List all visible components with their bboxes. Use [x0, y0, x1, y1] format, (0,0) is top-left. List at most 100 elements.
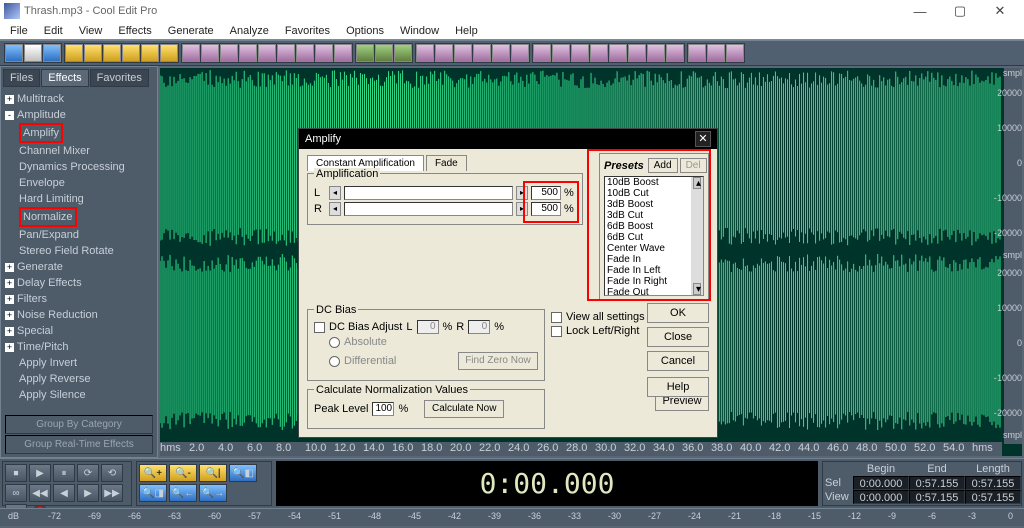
- dc-adjust-checkbox[interactable]: [314, 322, 325, 333]
- toolbar-button[interactable]: [492, 44, 510, 62]
- tree-item[interactable]: Apply Reverse: [19, 371, 153, 387]
- toolbar-button[interactable]: [726, 44, 744, 62]
- toolbar-button[interactable]: [435, 44, 453, 62]
- tab-fade[interactable]: Fade: [426, 155, 467, 171]
- toolbar-button[interactable]: [5, 44, 23, 62]
- toolbar-button[interactable]: [277, 44, 295, 62]
- toolbar-button[interactable]: [65, 44, 83, 62]
- transport-button[interactable]: ▶: [29, 464, 51, 482]
- slider-right-inc[interactable]: ▸: [516, 202, 528, 216]
- dc-left-input[interactable]: 0: [417, 320, 439, 334]
- toolbar-button[interactable]: [707, 44, 725, 62]
- transport-button[interactable]: ▶: [77, 484, 99, 502]
- menu-favorites[interactable]: Favorites: [277, 25, 338, 37]
- slider-left[interactable]: [344, 186, 513, 200]
- calculate-button[interactable]: Calculate Now: [424, 400, 504, 418]
- view-length[interactable]: 0:57.155: [965, 490, 1021, 504]
- presets-scrollbar[interactable]: ▴ ▾: [691, 177, 703, 295]
- side-tab-favorites[interactable]: Favorites: [90, 69, 149, 87]
- zoom-button[interactable]: 🔍◨: [139, 484, 167, 502]
- tree-item[interactable]: Apply Invert: [19, 355, 153, 371]
- tree-item[interactable]: Envelope: [19, 175, 153, 191]
- dc-diff-radio[interactable]: [329, 356, 340, 367]
- toolbar-button[interactable]: [454, 44, 472, 62]
- toolbar-button[interactable]: [182, 44, 200, 62]
- transport-button[interactable]: ⟲: [101, 464, 123, 482]
- menu-analyze[interactable]: Analyze: [222, 25, 277, 37]
- effects-tree[interactable]: +Multitrack-AmplitudeAmplifyChannel Mixe…: [3, 87, 155, 414]
- close-button[interactable]: ✕: [980, 3, 1020, 19]
- toolbar-button[interactable]: [334, 44, 352, 62]
- transport-button[interactable]: ∞: [5, 484, 27, 502]
- toolbar-button[interactable]: [315, 44, 333, 62]
- toolbar-button[interactable]: [141, 44, 159, 62]
- toolbar-button[interactable]: [533, 44, 551, 62]
- preset-item[interactable]: Center Wave: [605, 243, 703, 254]
- zoom-button[interactable]: 🔍←: [169, 484, 197, 502]
- transport-button[interactable]: ◀◀: [29, 484, 51, 502]
- toolbar-button[interactable]: [590, 44, 608, 62]
- help-button[interactable]: Help: [647, 377, 709, 397]
- toolbar-button[interactable]: [122, 44, 140, 62]
- preset-item[interactable]: Fade In: [605, 254, 703, 265]
- group-realtime-button[interactable]: Group Real-Time Effects: [5, 435, 153, 454]
- find-zero-button[interactable]: Find Zero Now: [458, 352, 538, 370]
- left-value-input[interactable]: 500: [531, 186, 561, 200]
- preset-item[interactable]: 6dB Cut: [605, 232, 703, 243]
- tree-item[interactable]: +Noise Reduction: [5, 307, 153, 323]
- toolbar-button[interactable]: [511, 44, 529, 62]
- toolbar-button[interactable]: [24, 44, 42, 62]
- transport-button[interactable]: ▶▶: [101, 484, 123, 502]
- slider-left-inc[interactable]: ▸: [516, 186, 528, 200]
- toolbar-button[interactable]: [473, 44, 491, 62]
- sel-begin[interactable]: 0:00.000: [853, 476, 909, 490]
- transport-button[interactable]: ⏹: [5, 464, 27, 482]
- transport-button[interactable]: ◀: [53, 484, 75, 502]
- sel-length[interactable]: 0:57.155: [965, 476, 1021, 490]
- preset-item[interactable]: Fade In Left: [605, 265, 703, 276]
- toolbar-button[interactable]: [666, 44, 684, 62]
- zoom-button[interactable]: 🔍◧: [229, 464, 257, 482]
- lock-lr-checkbox[interactable]: [551, 326, 562, 337]
- toolbar-button[interactable]: [356, 44, 374, 62]
- toolbar-button[interactable]: [43, 44, 61, 62]
- menu-effects[interactable]: Effects: [110, 25, 159, 37]
- preset-item[interactable]: 10dB Boost: [605, 177, 703, 188]
- menu-help[interactable]: Help: [447, 25, 486, 37]
- toolbar-button[interactable]: [239, 44, 257, 62]
- tree-item[interactable]: +Delay Effects: [5, 275, 153, 291]
- zoom-button[interactable]: 🔍-: [169, 464, 197, 482]
- menu-generate[interactable]: Generate: [160, 25, 222, 37]
- tree-item[interactable]: Apply Silence: [19, 387, 153, 403]
- transport-button[interactable]: ⏸: [53, 464, 75, 482]
- tree-item[interactable]: Dynamics Processing: [19, 159, 153, 175]
- menu-options[interactable]: Options: [338, 25, 392, 37]
- tree-item[interactable]: Amplify: [19, 123, 153, 143]
- toolbar-button[interactable]: [201, 44, 219, 62]
- right-value-input[interactable]: 500: [531, 202, 561, 216]
- toolbar-button[interactable]: [258, 44, 276, 62]
- preset-del-button[interactable]: Del: [680, 158, 707, 173]
- maximize-button[interactable]: ▢: [940, 3, 980, 19]
- toolbar-button[interactable]: [647, 44, 665, 62]
- ok-button[interactable]: OK: [647, 303, 709, 323]
- menu-window[interactable]: Window: [392, 25, 447, 37]
- toolbar-button[interactable]: [220, 44, 238, 62]
- tree-item[interactable]: Stereo Field Rotate: [19, 243, 153, 259]
- toolbar-button[interactable]: [609, 44, 627, 62]
- side-tab-effects[interactable]: Effects: [41, 69, 88, 87]
- toolbar-button[interactable]: [160, 44, 178, 62]
- menu-file[interactable]: File: [2, 25, 36, 37]
- menu-view[interactable]: View: [71, 25, 111, 37]
- cancel-button[interactable]: Cancel: [647, 351, 709, 371]
- transport-button[interactable]: ⟳: [77, 464, 99, 482]
- sel-end[interactable]: 0:57.155: [909, 476, 965, 490]
- time-ruler[interactable]: hms2.04.06.08.010.012.014.016.018.020.02…: [160, 442, 1002, 456]
- zoom-button[interactable]: 🔍|: [199, 464, 227, 482]
- preset-item[interactable]: 3dB Cut: [605, 210, 703, 221]
- toolbar-button[interactable]: [84, 44, 102, 62]
- tree-item[interactable]: Pan/Expand: [19, 227, 153, 243]
- dc-absolute-radio[interactable]: [329, 337, 340, 348]
- preset-add-button[interactable]: Add: [648, 158, 678, 173]
- tree-item[interactable]: Normalize: [19, 207, 153, 227]
